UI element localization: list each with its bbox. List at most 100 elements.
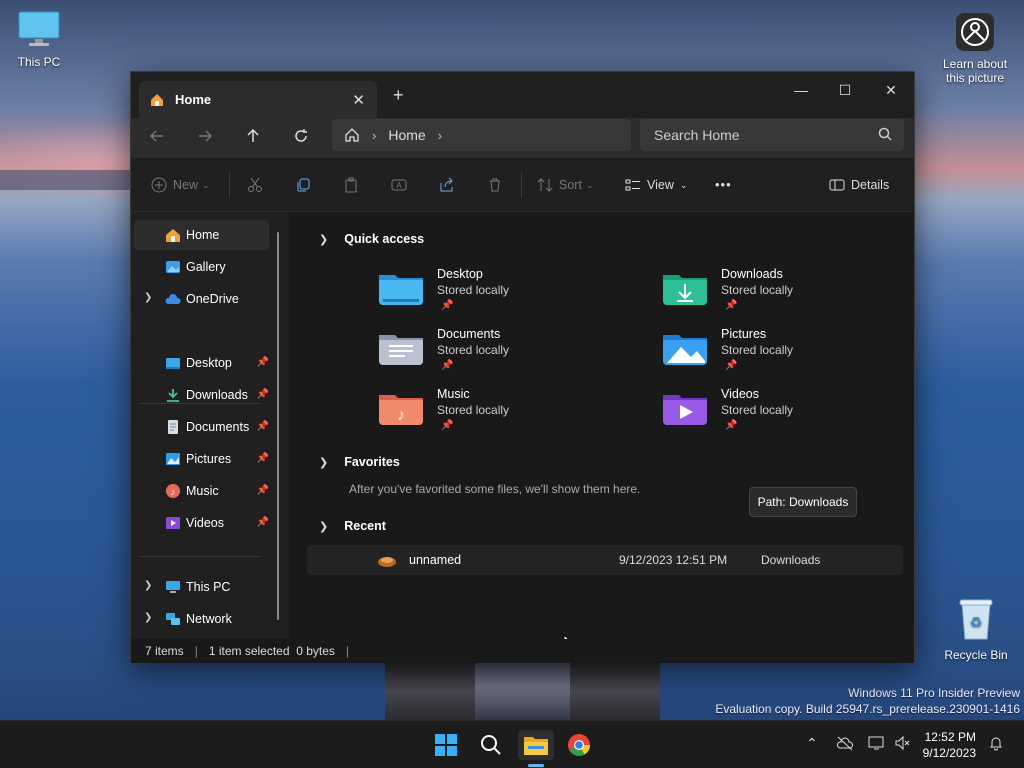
- status-separator: |: [345, 644, 350, 658]
- cloud-offline-icon[interactable]: [836, 735, 854, 751]
- cut-button[interactable]: [247, 177, 263, 193]
- file-explorer-taskbar-button[interactable]: [518, 730, 554, 760]
- pin-icon: 📌: [441, 360, 454, 371]
- desktop-icon-this-pc[interactable]: This PC: [10, 10, 68, 69]
- scissors-icon: [248, 177, 262, 192]
- recycle-bin-icon: ♻: [959, 599, 993, 640]
- search-icon: [481, 735, 501, 755]
- nav-item-pictures[interactable]: Pictures 📌: [134, 444, 269, 474]
- recent-header[interactable]: ❯ Recent: [319, 519, 386, 533]
- breadcrumb-home[interactable]: Home: [388, 127, 425, 143]
- chevron-right-icon[interactable]: ❯: [144, 580, 152, 591]
- back-button[interactable]: [149, 128, 165, 149]
- address-field[interactable]: › Home ›: [332, 119, 631, 151]
- folder-tile-pictures[interactable]: Pictures Stored locally 📌: [663, 327, 923, 385]
- minimize-button[interactable]: —: [779, 76, 823, 104]
- folder-subtitle: Stored locally: [437, 283, 510, 297]
- forward-button[interactable]: [197, 128, 213, 149]
- pin-icon: 📌: [441, 420, 454, 431]
- section-title: Recent: [344, 519, 386, 533]
- details-pane-icon: [829, 179, 845, 191]
- chevron-right-icon: ›: [372, 127, 377, 143]
- search-button[interactable]: [476, 730, 506, 760]
- nav-item-desktop[interactable]: Desktop 📌: [134, 348, 269, 378]
- document-icon: [168, 420, 178, 434]
- copy-button[interactable]: [295, 177, 311, 193]
- chrome-button[interactable]: [564, 730, 594, 760]
- separator: [229, 172, 230, 198]
- notification-bell-icon[interactable]: [988, 735, 1004, 751]
- clock-date: 9/12/2023: [922, 746, 976, 760]
- pin-icon: 📌: [256, 389, 269, 400]
- folder-tile-downloads[interactable]: Downloads Stored locally 📌: [663, 267, 923, 325]
- chevron-right-icon[interactable]: ❯: [144, 612, 152, 623]
- nav-item-onedrive[interactable]: ❯ OneDrive: [134, 284, 269, 314]
- network-icon: [166, 613, 180, 625]
- folder-name: Desktop: [437, 267, 483, 281]
- start-button[interactable]: [431, 730, 461, 760]
- sort-button[interactable]: Sort ⌄: [537, 177, 593, 193]
- nav-item-videos[interactable]: Videos 📌: [134, 508, 269, 538]
- recent-file-name: unnamed: [409, 553, 462, 567]
- folder-tile-documents[interactable]: Documents Stored locally 📌: [379, 327, 639, 385]
- network-status-icon[interactable]: [868, 735, 886, 751]
- folder-subtitle: Stored locally: [721, 343, 794, 357]
- up-button[interactable]: [245, 128, 261, 149]
- nav-item-documents[interactable]: Documents 📌: [134, 412, 269, 442]
- close-window-button[interactable]: ✕: [869, 76, 913, 104]
- home-icon: [166, 229, 180, 242]
- recent-file-date: 9/12/2023 12:51 PM: [619, 553, 728, 567]
- paste-button[interactable]: [343, 177, 359, 193]
- new-tab-button[interactable]: +: [393, 85, 404, 106]
- music-icon: ♪: [166, 484, 180, 498]
- more-options-button[interactable]: •••: [715, 177, 732, 192]
- view-button[interactable]: View ⌄: [625, 177, 687, 193]
- delete-button[interactable]: [487, 177, 503, 193]
- rename-button[interactable]: A: [391, 177, 407, 193]
- folder-subtitle: Stored locally: [721, 403, 794, 417]
- folder-tile-music[interactable]: ♪ Music Stored locally 📌: [379, 387, 639, 445]
- refresh-icon: [295, 129, 307, 142]
- selection-info: 1 item selected 0 bytes: [208, 644, 335, 658]
- desktop-icon-learn-picture[interactable]: Learn about this picture: [938, 12, 1012, 85]
- chevron-up-icon[interactable]: ⌃: [806, 735, 818, 752]
- share-button[interactable]: [439, 177, 455, 193]
- nav-item-home[interactable]: Home: [134, 220, 269, 250]
- svg-text:♪: ♪: [171, 487, 176, 497]
- table-row[interactable]: unnamed 9/12/2023 12:51 PM Downloads: [307, 545, 903, 575]
- folder-tile-desktop[interactable]: Desktop Stored locally 📌: [379, 267, 639, 325]
- search-input[interactable]: Search Home: [640, 119, 904, 151]
- nav-item-gallery[interactable]: Gallery: [134, 252, 269, 282]
- nav-item-label: Gallery: [186, 260, 226, 274]
- tab-home[interactable]: Home ✕: [139, 81, 377, 118]
- system-clock[interactable]: 12:52 PM 9/12/2023: [923, 729, 976, 761]
- chevron-right-icon[interactable]: ❯: [144, 292, 152, 303]
- nav-item-network[interactable]: ❯ Network: [134, 604, 269, 634]
- learn-label-line1: Learn about: [942, 57, 1008, 71]
- favorites-header[interactable]: ❯ Favorites: [319, 455, 400, 469]
- desktop-icon-recycle-bin[interactable]: ♻ Recycle Bin: [940, 597, 1012, 662]
- navigation-pane: Home Gallery ❯ OneDrive Desktop 📌 Downlo…: [131, 212, 289, 639]
- separator: [521, 172, 522, 198]
- folder-subtitle: Stored locally: [437, 343, 510, 357]
- details-button[interactable]: Details: [829, 177, 889, 193]
- pin-icon: 📌: [725, 420, 738, 431]
- pin-icon: 📌: [725, 300, 738, 311]
- nav-item-music[interactable]: ♪ Music 📌: [134, 476, 269, 506]
- quick-access-header[interactable]: ❯ Quick access: [319, 232, 424, 246]
- nav-item-downloads[interactable]: Downloads 📌: [134, 380, 269, 410]
- refresh-button[interactable]: [293, 128, 309, 149]
- plus-circle-icon: [151, 177, 167, 193]
- active-app-indicator: [528, 764, 544, 767]
- chevron-down-icon: ⌄: [679, 179, 688, 190]
- folder-tile-videos[interactable]: Videos Stored locally 📌: [663, 387, 923, 445]
- new-button[interactable]: New ⌄: [151, 177, 210, 193]
- recent-file-location: Downloads: [761, 553, 821, 567]
- volume-muted-icon[interactable]: [894, 735, 910, 751]
- tab-close-button[interactable]: ✕: [352, 91, 365, 109]
- svg-text:♪: ♪: [397, 407, 405, 424]
- maximize-button[interactable]: ☐: [823, 76, 867, 104]
- nav-scrollbar[interactable]: [277, 232, 279, 620]
- path-tooltip: Path: Downloads: [749, 487, 857, 517]
- nav-item-this-pc[interactable]: ❯ This PC: [134, 572, 269, 602]
